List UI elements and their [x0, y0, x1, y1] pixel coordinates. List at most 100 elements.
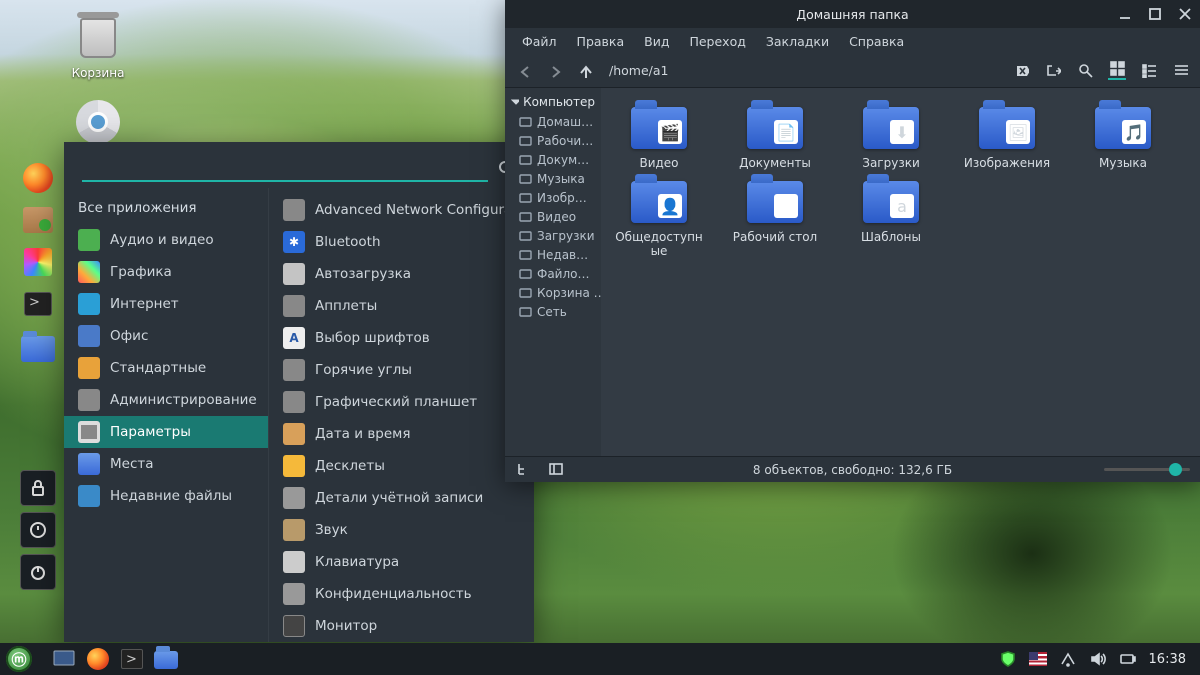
- app-monitor[interactable]: Монитор: [269, 610, 534, 642]
- launch-colors[interactable]: [20, 244, 56, 280]
- fm-menu-файл[interactable]: Файл: [513, 31, 566, 52]
- maximize-button[interactable]: [1146, 5, 1164, 23]
- app-hotcorners[interactable]: Горячие углы: [269, 354, 534, 386]
- clock[interactable]: 16:38: [1149, 652, 1186, 667]
- launch-files[interactable]: [20, 328, 56, 364]
- category-accessories[interactable]: Стандартные: [64, 352, 268, 384]
- sidebar-item-network[interactable]: Сеть: [505, 302, 601, 321]
- app-desklets[interactable]: Десклеты: [269, 450, 534, 482]
- sidebar-item-trash[interactable]: Корзина …: [505, 283, 601, 302]
- view-list[interactable]: [1140, 62, 1158, 80]
- tray-battery[interactable]: [1119, 650, 1137, 668]
- sidebar-header-computer[interactable]: Компьютер: [505, 92, 601, 112]
- app-privacy[interactable]: Конфиденциальность: [269, 578, 534, 610]
- category-label: Офис: [110, 328, 148, 344]
- app-bluetooth[interactable]: Bluetooth: [269, 226, 534, 258]
- chevron-down-icon: [511, 97, 519, 107]
- launch-software[interactable]: [20, 202, 56, 238]
- nav-up[interactable]: [575, 61, 595, 81]
- file-label: Документы: [727, 156, 823, 170]
- sidebar-item-downloads[interactable]: Загрузки: [505, 226, 601, 245]
- logout-button[interactable]: [20, 512, 56, 548]
- category-audio-video[interactable]: Аудио и видео: [64, 224, 268, 256]
- fm-titlebar[interactable]: Домашняя папка: [505, 0, 1200, 28]
- file-templates[interactable]: aШаблоны: [843, 176, 939, 258]
- app-autostart[interactable]: Автозагрузка: [269, 258, 534, 290]
- app-icon: [283, 327, 305, 349]
- folder-icon: 🎬: [631, 102, 687, 150]
- fm-statusbar: 8 объектов, свободно: 132,6 ГБ: [505, 456, 1200, 482]
- view-compact[interactable]: [1172, 62, 1190, 80]
- category-office[interactable]: Офис: [64, 320, 268, 352]
- start-button[interactable]: [6, 646, 32, 672]
- file-pictures[interactable]: 🖼Изображения: [959, 102, 1055, 170]
- nav-forward[interactable]: [545, 61, 565, 81]
- app-keyboard[interactable]: Клавиатура: [269, 546, 534, 578]
- app-applets[interactable]: Апплеты: [269, 290, 534, 322]
- tray-network[interactable]: [1059, 650, 1077, 668]
- sidebar-item-desktop[interactable]: Рабочи…: [505, 131, 601, 150]
- category-places[interactable]: Места: [64, 448, 268, 480]
- clear-path-button[interactable]: [1012, 62, 1030, 80]
- category-internet[interactable]: Интернет: [64, 288, 268, 320]
- file-public[interactable]: 👤Общедоступные: [611, 176, 707, 258]
- app-icon: [283, 519, 305, 541]
- category-icon: [78, 453, 100, 475]
- task-firefox[interactable]: [83, 646, 113, 672]
- desktop-trash[interactable]: Корзина: [62, 14, 134, 80]
- tray-shield[interactable]: [999, 650, 1017, 668]
- fm-menu-закладки[interactable]: Закладки: [757, 31, 838, 52]
- close-button[interactable]: [1176, 5, 1194, 23]
- tray-volume[interactable]: [1089, 650, 1107, 668]
- status-tree-toggle[interactable]: [515, 461, 533, 479]
- file-manager-window: Домашняя папка ФайлПравкаВидПереходЗакла…: [505, 0, 1200, 482]
- file-documents[interactable]: 📄Документы: [727, 102, 823, 170]
- toggle-path-button[interactable]: [1044, 62, 1062, 80]
- launch-terminal[interactable]: [20, 286, 56, 322]
- sidebar-item-music[interactable]: Музыка: [505, 169, 601, 188]
- app-datetime[interactable]: Дата и время: [269, 418, 534, 450]
- file-video[interactable]: 🎬Видео: [611, 102, 707, 170]
- category-preferences[interactable]: Параметры: [64, 416, 268, 448]
- view-icons[interactable]: [1108, 62, 1126, 80]
- category-administration[interactable]: Администрирование: [64, 384, 268, 416]
- category-graphics[interactable]: Графика: [64, 256, 268, 288]
- shutdown-button[interactable]: [20, 554, 56, 590]
- path-display[interactable]: /home/a1: [605, 63, 1002, 78]
- fm-menu-справка[interactable]: Справка: [840, 31, 913, 52]
- sidebar-item-pictures[interactable]: Изобр…: [505, 188, 601, 207]
- menu-categories: Все приложения Аудио и видеоГрафикаИнтер…: [64, 188, 269, 642]
- category-label: Интернет: [110, 296, 179, 312]
- task-terminal[interactable]: [117, 646, 147, 672]
- sidebar-item-video[interactable]: Видео: [505, 207, 601, 226]
- nav-back[interactable]: [515, 61, 535, 81]
- task-show-desktop[interactable]: [49, 646, 79, 672]
- sidebar-item-documents[interactable]: Докум…: [505, 150, 601, 169]
- task-files[interactable]: [151, 646, 181, 672]
- menu-search-input[interactable]: [82, 156, 488, 182]
- zoom-slider[interactable]: [1104, 468, 1190, 471]
- app-accounts[interactable]: Детали учётной записи: [269, 482, 534, 514]
- status-text: 8 объектов, свободно: 132,6 ГБ: [753, 463, 952, 477]
- app-tablet[interactable]: Графический планшет: [269, 386, 534, 418]
- app-sound[interactable]: Звук: [269, 514, 534, 546]
- launch-firefox[interactable]: [20, 160, 56, 196]
- fm-menu-переход[interactable]: Переход: [680, 31, 754, 52]
- fm-menu-вид[interactable]: Вид: [635, 31, 678, 52]
- file-music[interactable]: 🎵Музыка: [1075, 102, 1171, 170]
- search-button[interactable]: [1076, 62, 1094, 80]
- tray-keyboard-layout[interactable]: [1029, 650, 1047, 668]
- file-downloads[interactable]: ⬇Загрузки: [843, 102, 939, 170]
- sidebar-item-filesystem[interactable]: Файло…: [505, 264, 601, 283]
- minimize-button[interactable]: [1116, 5, 1134, 23]
- fm-main[interactable]: 🎬Видео 📄Документы ⬇Загрузки 🖼Изображения 🎵Му…: [601, 88, 1200, 456]
- fm-menu-правка[interactable]: Правка: [568, 31, 634, 52]
- lock-button[interactable]: [20, 470, 56, 506]
- app-fonts[interactable]: Выбор шрифтов: [269, 322, 534, 354]
- sidebar-item-home[interactable]: Домаш…: [505, 112, 601, 131]
- category-recent[interactable]: Недавние файлы: [64, 480, 268, 512]
- sidebar-item-recent[interactable]: Недав…: [505, 245, 601, 264]
- app-net-config[interactable]: Advanced Network Configuration: [269, 194, 534, 226]
- file-desktop[interactable]: Рабочий стол: [727, 176, 823, 258]
- status-sidebar-toggle[interactable]: [547, 461, 565, 479]
